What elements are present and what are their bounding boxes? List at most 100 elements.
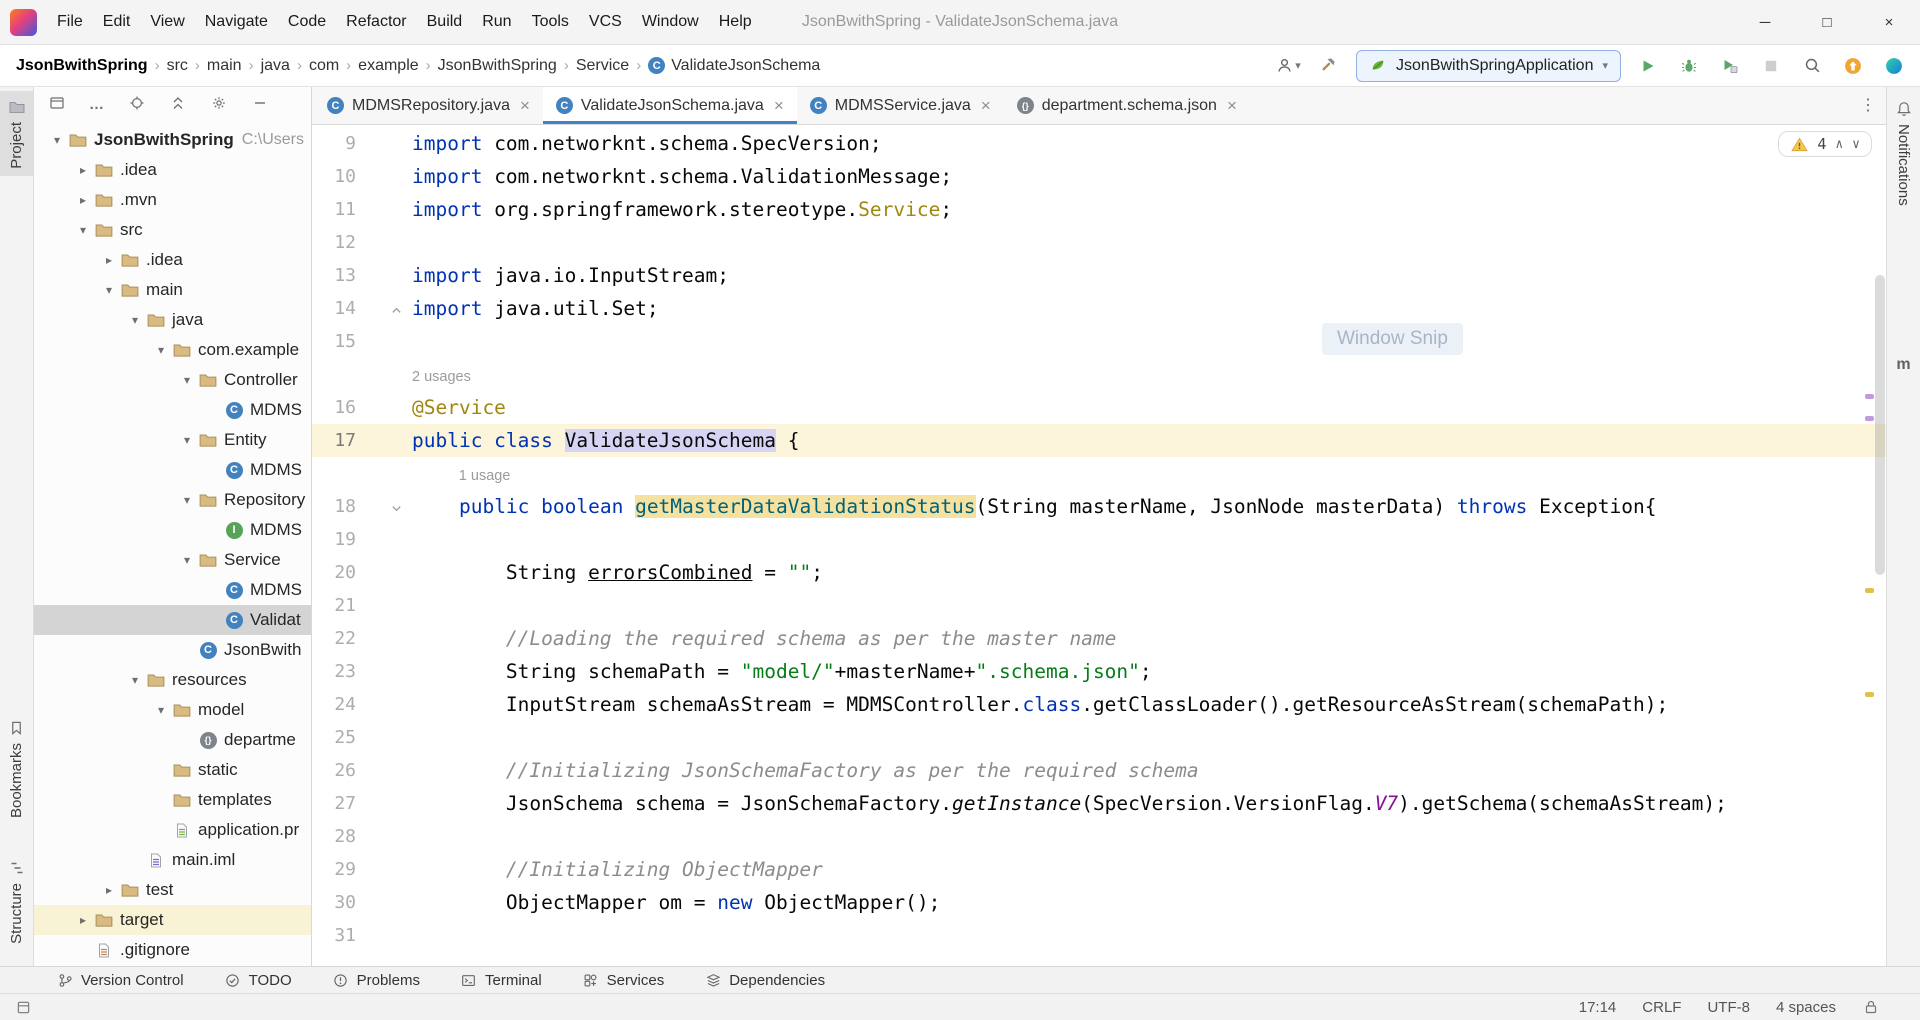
- code-line-24[interactable]: 24 InputStream schemaAsStream = MDMSCont…: [312, 688, 1886, 721]
- line-number[interactable]: 12: [312, 226, 356, 259]
- tree-item-mdms[interactable]: CMDMS: [34, 575, 311, 605]
- tab-department.schema.json[interactable]: {}department.schema.json×: [1004, 87, 1250, 124]
- tab-validatejsonschema.java[interactable]: CValidateJsonSchema.java×: [543, 87, 797, 124]
- code-line-11[interactable]: 11import org.springframework.stereotype.…: [312, 193, 1886, 226]
- code-line-31[interactable]: 31: [312, 919, 1886, 952]
- chevron-right-icon[interactable]: ▸: [98, 883, 120, 897]
- tree-item-service[interactable]: ▾Service: [34, 545, 311, 575]
- tab-close-icon[interactable]: ×: [774, 96, 784, 116]
- code-line-19[interactable]: 19: [312, 523, 1886, 556]
- debug-button[interactable]: [1675, 51, 1703, 81]
- code-line-30[interactable]: 30 ObjectMapper om = new ObjectMapper();: [312, 886, 1886, 919]
- line-number[interactable]: 24: [312, 688, 356, 721]
- tree-item-.mvn[interactable]: ▸.mvn: [34, 185, 311, 215]
- menu-view[interactable]: View: [142, 8, 192, 36]
- chevron-down-icon[interactable]: ▾: [124, 673, 146, 687]
- tree-item-java[interactable]: ▾java: [34, 305, 311, 335]
- menu-build[interactable]: Build: [419, 8, 471, 36]
- search-everywhere-button[interactable]: [1798, 51, 1826, 81]
- line-number[interactable]: 21: [312, 589, 356, 622]
- tab-mdmsservice.java[interactable]: CMDMSService.java×: [797, 87, 1004, 124]
- toolwindow-button-services[interactable]: Services: [582, 971, 665, 989]
- code-line-15[interactable]: 15: [312, 325, 1886, 358]
- line-number[interactable]: 28: [312, 820, 356, 853]
- chevron-down-icon[interactable]: ▾: [150, 703, 172, 717]
- build-project-button[interactable]: [1315, 51, 1343, 81]
- user-profile-button[interactable]: ▾: [1274, 51, 1302, 81]
- tree-item-validat[interactable]: CValidat: [34, 605, 311, 635]
- code-line-29[interactable]: 29 //Initializing ObjectMapper: [312, 853, 1886, 886]
- tree-item-mdms[interactable]: CMDMS: [34, 395, 311, 425]
- menu-tools[interactable]: Tools: [524, 8, 577, 36]
- chevron-down-icon[interactable]: ▾: [72, 223, 94, 237]
- code-line-27[interactable]: 27 JsonSchema schema = JsonSchemaFactory…: [312, 787, 1886, 820]
- tree-item-departme[interactable]: {}departme: [34, 725, 311, 755]
- breadcrumb-item-com[interactable]: com: [309, 57, 339, 75]
- line-number[interactable]: 13: [312, 259, 356, 292]
- code-editor[interactable]: 9import com.networknt.schema.SpecVersion…: [312, 125, 1886, 966]
- breadcrumb-item-validatejsonschema[interactable]: CValidateJsonSchema: [648, 57, 820, 75]
- tab-close-icon[interactable]: ×: [520, 96, 530, 116]
- tree-item-.gitignore[interactable]: .gitignore: [34, 935, 311, 965]
- code-line-25[interactable]: 25: [312, 721, 1886, 754]
- menu-help[interactable]: Help: [711, 8, 760, 36]
- tree-item-com.example[interactable]: ▾com.example: [34, 335, 311, 365]
- indent-style[interactable]: 4 spaces: [1776, 999, 1836, 1016]
- chevron-down-icon[interactable]: ▾: [124, 313, 146, 327]
- tree-item-jsonbwithspring[interactable]: ▾JsonBwithSpringC:\Users: [34, 125, 311, 155]
- line-number[interactable]: 30: [312, 886, 356, 919]
- code-line-17[interactable]: 17public class ValidateJsonSchema {: [312, 424, 1886, 457]
- line-number[interactable]: 9: [312, 127, 356, 160]
- run-button[interactable]: [1634, 51, 1662, 81]
- chevron-down-icon[interactable]: ▾: [176, 493, 198, 507]
- code-line-12[interactable]: 12: [312, 226, 1886, 259]
- tree-item-templates[interactable]: templates: [34, 785, 311, 815]
- menu-vcs[interactable]: VCS: [581, 8, 630, 36]
- line-number[interactable]: 14: [312, 292, 356, 325]
- previous-warning-icon[interactable]: ∧: [1835, 137, 1843, 152]
- chevron-down-icon[interactable]: ▾: [176, 553, 198, 567]
- tree-item-main[interactable]: ▾main: [34, 275, 311, 305]
- menu-run[interactable]: Run: [474, 8, 519, 36]
- breadcrumb-item-service[interactable]: Service: [576, 57, 629, 75]
- breadcrumb-item-main[interactable]: main: [207, 57, 242, 75]
- line-number[interactable]: 15: [312, 325, 356, 358]
- line-number[interactable]: 17: [312, 424, 356, 457]
- chevron-down-icon[interactable]: ▾: [98, 283, 120, 297]
- code-line-18[interactable]: 18 public boolean getMasterDataValidatio…: [312, 490, 1886, 523]
- toolwindow-maven-button[interactable]: m: [1887, 349, 1920, 381]
- line-number[interactable]: 20: [312, 556, 356, 589]
- toolwindow-button-version-control[interactable]: Version Control: [56, 971, 184, 989]
- close-icon[interactable]: ×: [1858, 0, 1920, 45]
- menu-edit[interactable]: Edit: [95, 8, 139, 36]
- code-with-me-button[interactable]: [1880, 51, 1908, 81]
- code-line-10[interactable]: 10import com.networknt.schema.Validation…: [312, 160, 1886, 193]
- inlay-usages-hint[interactable]: 1 usage: [312, 457, 1886, 490]
- line-number[interactable]: 19: [312, 523, 356, 556]
- more-button[interactable]: …: [89, 96, 105, 114]
- update-button[interactable]: [1839, 51, 1867, 81]
- tree-item-entity[interactable]: ▾Entity: [34, 425, 311, 455]
- toolwindow-button-todo[interactable]: TODO: [224, 971, 292, 989]
- tree-item-repository[interactable]: ▾Repository: [34, 485, 311, 515]
- tree-item-target[interactable]: ▸target: [34, 905, 311, 935]
- fold-expand-icon[interactable]: [390, 499, 403, 519]
- toolwindow-bookmarks-button[interactable]: Bookmarks: [0, 712, 33, 825]
- tree-item-mdms[interactable]: CMDMS: [34, 455, 311, 485]
- line-ending[interactable]: CRLF: [1642, 999, 1681, 1016]
- chevron-right-icon[interactable]: ▸: [98, 253, 120, 267]
- caret-position[interactable]: 17:14: [1579, 999, 1617, 1016]
- breadcrumb-item-jsonbwithspring[interactable]: JsonBwithSpring: [16, 57, 148, 75]
- settings-button[interactable]: [210, 94, 228, 116]
- line-number[interactable]: 18: [312, 490, 356, 523]
- line-number[interactable]: 22: [312, 622, 356, 655]
- line-number[interactable]: 26: [312, 754, 356, 787]
- menu-navigate[interactable]: Navigate: [197, 8, 276, 36]
- locate-file-button[interactable]: [128, 94, 146, 116]
- line-number[interactable]: 11: [312, 193, 356, 226]
- chevron-down-icon[interactable]: ▾: [150, 343, 172, 357]
- tree-item-test[interactable]: ▸test: [34, 875, 311, 905]
- menu-code[interactable]: Code: [280, 8, 334, 36]
- stop-button[interactable]: [1757, 51, 1785, 81]
- breadcrumb-item-jsonbwithspring[interactable]: JsonBwithSpring: [438, 57, 557, 75]
